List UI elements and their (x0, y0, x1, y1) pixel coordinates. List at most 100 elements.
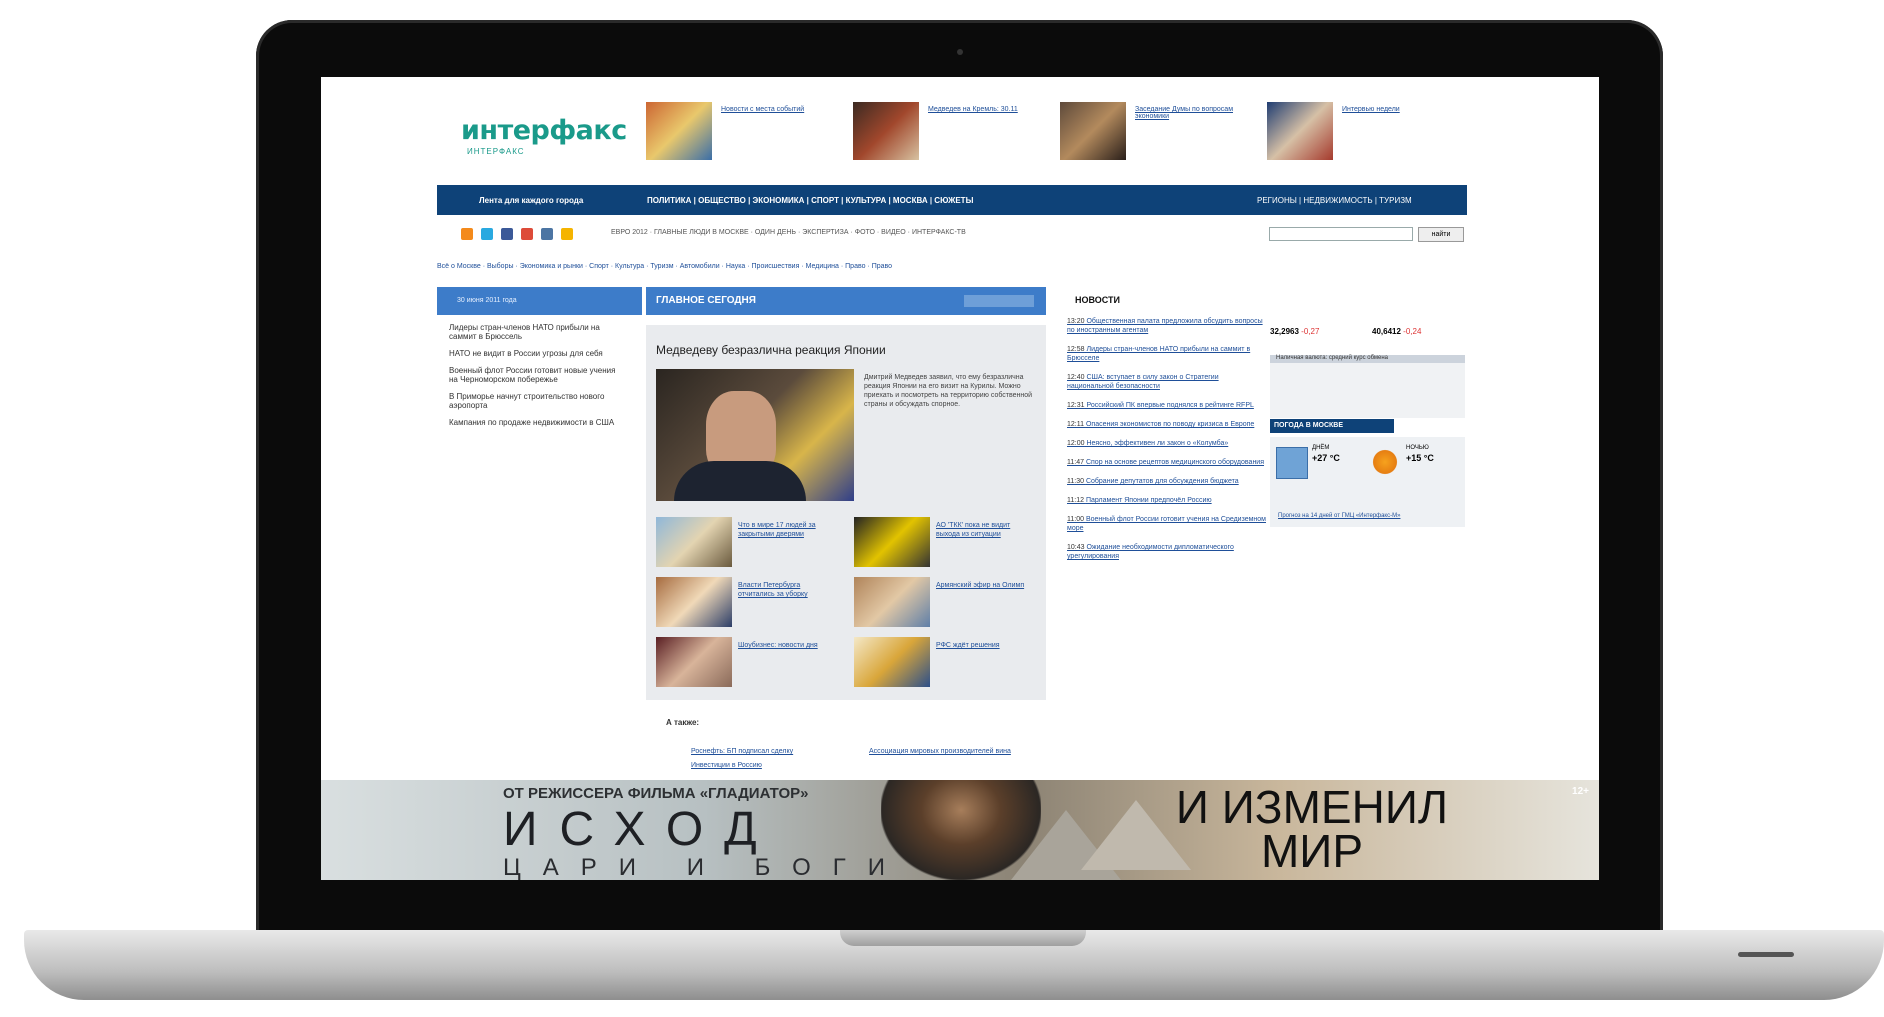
twitter-icon[interactable] (481, 228, 493, 240)
news-text[interactable]: Спор на основе рецептов медицинского обо… (1086, 459, 1264, 466)
google-plus-icon[interactable] (521, 228, 533, 240)
news-item[interactable]: 10:43 Ожидание необходимости дипломатиче… (1067, 543, 1267, 561)
news-item[interactable]: 11:30 Собрание депутатов для обсуждения … (1067, 477, 1267, 486)
news-time: 11:00 (1067, 516, 1084, 523)
story-link[interactable]: Что в мире 17 людей за закрытыми дверями (738, 521, 838, 539)
story-link[interactable]: Армянский эфир на Олимп (936, 581, 1036, 590)
news-time: 13:20 (1067, 318, 1085, 325)
usd-rate[interactable]: 32,2963 -0,27 (1270, 327, 1319, 336)
story-tile[interactable]: Армянский эфир на Олимп (854, 577, 1044, 627)
usd-change: -0,27 (1301, 327, 1320, 336)
headline-item[interactable]: Военный флот России готовит новые учения… (449, 366, 624, 384)
story-thumbnail[interactable] (656, 517, 732, 567)
eur-value: 40,6412 (1372, 327, 1401, 336)
top-news-item[interactable]: Новости с места событий (646, 102, 826, 160)
eur-rate[interactable]: 40,6412 -0,24 (1372, 327, 1421, 336)
search-input[interactable] (1269, 227, 1413, 241)
news-text[interactable]: Неясно, эффективен ли закон о «Колумба» (1086, 440, 1228, 447)
news-text[interactable]: Собрание депутатов для обсуждения бюджет… (1086, 478, 1239, 485)
ad-title: ИСХОД (503, 803, 779, 856)
news-time: 12:31 (1067, 402, 1085, 409)
headline-item[interactable]: Лидеры стран-членов НАТО прибыли на самм… (449, 323, 624, 341)
story-link[interactable]: Власти Петербурга отчитались за уборку (738, 581, 838, 599)
story-tile[interactable]: РФС ждёт решения (854, 637, 1044, 687)
weather-title[interactable]: ПОГОДА В МОСКВЕ (1270, 419, 1394, 433)
news-item[interactable]: 12:11 Опасения экономистов по поводу кри… (1067, 420, 1267, 429)
news-item[interactable]: 11:47 Спор на основе рецептов медицинско… (1067, 458, 1267, 467)
topic-links[interactable]: Всё о Москве · Выборы · Экономика и рынк… (437, 263, 892, 270)
story-thumbnail[interactable] (854, 577, 930, 627)
news-time: 12:11 (1067, 421, 1084, 428)
news-item[interactable]: 12:58 Лидеры стран-членов НАТО прибыли н… (1067, 345, 1267, 363)
main-story-headline[interactable]: Медведеву безразлична реакция Японии (656, 343, 886, 357)
top-news-item[interactable]: Интервью недели (1267, 102, 1447, 160)
rss-icon[interactable] (461, 228, 473, 240)
story-tile[interactable]: Власти Петербурга отчитались за уборку (656, 577, 846, 627)
headline-item[interactable]: В Приморье начнут строительство нового а… (449, 392, 624, 410)
regions-links[interactable]: РЕГИОНЫ | НЕДВИЖИМОСТЬ | ТУРИЗМ (1257, 196, 1412, 205)
story-thumbnail[interactable] (854, 637, 930, 687)
photo-suit (674, 461, 806, 501)
story-thumbnail[interactable] (656, 577, 732, 627)
top-news-thumbnail[interactable] (646, 102, 712, 160)
news-text[interactable]: США: вступает в силу закон о Стратегии н… (1067, 374, 1219, 390)
also-link[interactable]: Ассоциация мировых производителей вина (869, 748, 1029, 755)
site-logo[interactable]: интерфакс (461, 115, 627, 146)
search-button[interactable]: найти (1418, 227, 1464, 242)
sub-navigation[interactable]: ЕВРО 2012 · ГЛАВНЫЕ ЛЮДИ В МОСКВЕ · ОДИН… (611, 229, 966, 236)
news-text[interactable]: Общественная палата предложила обсудить … (1067, 318, 1263, 334)
top-news-link[interactable]: Заседание Думы по вопросам экономики (1135, 106, 1235, 120)
news-text[interactable]: Опасения экономистов по поводу кризиса в… (1086, 421, 1254, 428)
top-news-thumbnail[interactable] (1267, 102, 1333, 160)
news-item[interactable]: 13:20 Общественная палата предложила обс… (1067, 317, 1267, 335)
exchange-table-title: Наличная валюта: средний курс обмена (1276, 355, 1389, 361)
top-news-item[interactable]: Медведев на Кремль: 30.11 (853, 102, 1033, 160)
top-news-link[interactable]: Интервью недели (1342, 106, 1442, 113)
top-news-link[interactable]: Новости с места событий (721, 106, 821, 113)
also-link[interactable]: Инвестиции в Россию (691, 762, 762, 769)
region-selector[interactable]: Лента для каждого города (479, 196, 583, 205)
story-link[interactable]: РФС ждёт решения (936, 641, 1036, 650)
story-link[interactable]: Шоубизнес: новости дня (738, 641, 838, 650)
news-item[interactable]: 12:40 США: вступает в силу закон о Страт… (1067, 373, 1267, 391)
news-text[interactable]: Парламент Японии предпочёл Россию (1086, 497, 1212, 504)
also-link[interactable]: Роснефть: БП подписал сделку (691, 748, 793, 755)
news-item[interactable]: 11:00 Военный флот России готовит учения… (1067, 515, 1267, 533)
date-bar: 30 июня 2011 года (437, 287, 642, 315)
news-text[interactable]: Ожидание необходимости дипломатического … (1067, 544, 1234, 560)
news-item[interactable]: 11:12 Парламент Японии предпочёл Россию (1067, 496, 1267, 505)
vk-icon[interactable] (541, 228, 553, 240)
news-text[interactable]: Лидеры стран-членов НАТО прибыли на самм… (1067, 346, 1250, 362)
top-news-link[interactable]: Медведев на Кремль: 30.11 (928, 106, 1028, 113)
top-news-thumbnail[interactable] (853, 102, 919, 160)
headline-item[interactable]: НАТО не видит в России угрозы для себя (449, 349, 624, 358)
news-text[interactable]: Российский ПК впервые поднялся в рейтинг… (1086, 402, 1253, 409)
screen: интерфакс ИНТЕРФАКС Новости с места собы… (321, 77, 1599, 880)
left-headlines: Лидеры стран-членов НАТО прибыли на самм… (449, 323, 624, 435)
news-item[interactable]: 12:00 Неясно, эффективен ли закон о «Кол… (1067, 439, 1267, 448)
facebook-icon[interactable] (501, 228, 513, 240)
usd-value: 32,2963 (1270, 327, 1299, 336)
news-time: 12:58 (1067, 346, 1085, 353)
top-news-item[interactable]: Заседание Думы по вопросам экономики (1060, 102, 1240, 160)
headline-item[interactable]: Кампания по продаже недвижимости в США (449, 418, 624, 427)
day-temperature: +27 °C (1312, 453, 1340, 463)
movie-ad-banner[interactable]: ОТ РЕЖИССЕРА ФИЛЬМА «ГЛАДИАТОР» ИСХОД ЦА… (321, 780, 1599, 880)
news-text[interactable]: Военный флот России готовит учения на Ср… (1067, 516, 1266, 532)
story-thumbnail[interactable] (854, 517, 930, 567)
section-links[interactable]: ПОЛИТИКА | ОБЩЕСТВО | ЭКОНОМИКА | СПОРТ … (647, 196, 973, 205)
main-story-lead: Дмитрий Медведев заявил, что ему безразл… (864, 374, 1033, 408)
story-link[interactable]: АО 'ТКК' пока не видит выхода из ситуаци… (936, 521, 1036, 539)
news-item[interactable]: 12:31 Российский ПК впервые поднялся в р… (1067, 401, 1267, 410)
story-tile[interactable]: Что в мире 17 людей за закрытыми дверями (656, 517, 846, 567)
sun-icon (1370, 447, 1400, 477)
news-time: 12:00 (1067, 440, 1085, 447)
story-tile[interactable]: Шоубизнес: новости дня (656, 637, 846, 687)
top-news-thumbnail[interactable] (1060, 102, 1126, 160)
main-bar-tab[interactable] (964, 295, 1034, 307)
weather-forecast-link[interactable]: Прогноз на 14 дней от ГМЦ «Интерфакс-М» (1278, 513, 1400, 519)
story-thumbnail[interactable] (656, 637, 732, 687)
story-tile[interactable]: АО 'ТКК' пока не видит выхода из ситуаци… (854, 517, 1044, 567)
odnoklassniki-icon[interactable] (561, 228, 573, 240)
main-story-photo[interactable] (656, 369, 854, 501)
